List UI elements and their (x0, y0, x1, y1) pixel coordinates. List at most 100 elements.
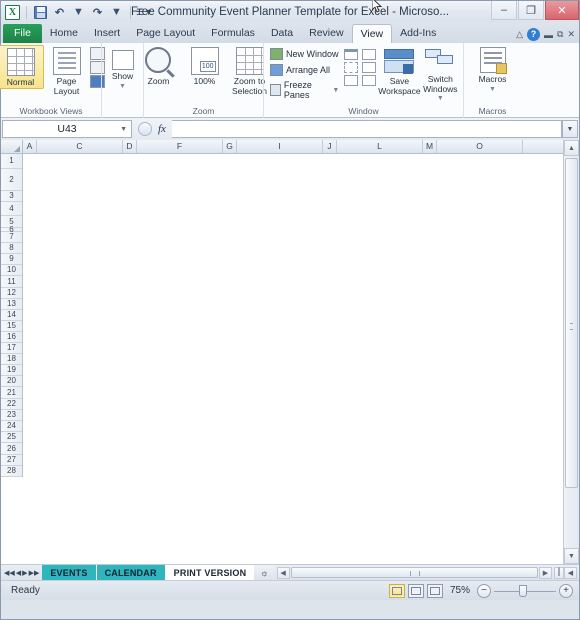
row-header[interactable]: 2 (1, 169, 22, 191)
minimize-ribbon-icon[interactable]: △ (516, 29, 523, 40)
redo-dropdown-icon[interactable]: ▼ (108, 4, 125, 21)
tab-view[interactable]: View (351, 24, 393, 43)
switch-windows-button[interactable]: Switch Windows ▼ (421, 47, 460, 104)
row-header[interactable]: 25 (1, 432, 22, 443)
row-header[interactable]: 23 (1, 410, 22, 421)
column-header[interactable]: J (323, 140, 337, 153)
tab-add-ins[interactable]: Add-Ins (392, 24, 444, 43)
row-header[interactable]: 19 (1, 365, 22, 376)
save-workspace-button[interactable]: Save Workspace (378, 47, 421, 96)
scroll-down-button[interactable]: ▼ (564, 548, 579, 564)
undo-icon[interactable]: ↶ (51, 4, 68, 21)
help-icon[interactable]: ? (527, 28, 541, 41)
redo-icon[interactable]: ↷ (89, 4, 106, 21)
column-header[interactable]: A (23, 140, 37, 153)
row-header[interactable]: 7 (1, 232, 22, 243)
next-sheet-button[interactable]: ▶ (22, 569, 27, 577)
macros-dropdown-icon[interactable]: ▼ (489, 85, 496, 95)
macros-button[interactable]: Macros ▼ (470, 45, 516, 94)
row-header[interactable]: 11 (1, 276, 22, 288)
expand-formula-bar-icon[interactable]: ▼ (562, 120, 578, 138)
row-header[interactable]: 26 (1, 443, 22, 455)
horizontal-scroll-thumb[interactable] (290, 567, 538, 578)
name-box-dropdown-icon[interactable]: ▼ (120, 126, 127, 133)
prev-sheet-button[interactable]: ◀ (16, 569, 21, 577)
maximize-button[interactable]: ❐ (518, 1, 544, 20)
maximize-window-icon[interactable]: ⧉ (557, 29, 563, 40)
last-sheet-button[interactable]: ▶▶ (29, 569, 40, 577)
insert-function-icon[interactable]: fx (158, 123, 166, 135)
page-break-preview-shortcut[interactable] (426, 583, 443, 598)
normal-view-button[interactable]: Normal (0, 45, 44, 89)
row-header[interactable]: 20 (1, 376, 22, 387)
sheet-tab-print-version[interactable]: PRINT VERSION (165, 565, 255, 580)
freeze-panes-dropdown-icon[interactable]: ▼ (332, 87, 339, 94)
synchronous-scrolling-icon[interactable] (362, 62, 377, 73)
column-header[interactable]: F (137, 140, 223, 153)
row-header[interactable]: 18 (1, 354, 22, 365)
row-header[interactable]: 15 (1, 321, 22, 332)
horizontal-scrollbar[interactable]: ◀ ▶ ║ ◀ (275, 566, 579, 579)
tab-formulas[interactable]: Formulas (203, 24, 263, 43)
reset-window-position-icon[interactable] (362, 75, 377, 86)
new-window-button[interactable]: New Window (267, 47, 342, 61)
hscroll-right-button[interactable]: ▶ (539, 566, 552, 579)
column-header[interactable]: L (337, 140, 423, 153)
name-box[interactable]: U43 ▼ (2, 120, 132, 138)
page-layout-button[interactable]: Page Layout (44, 45, 90, 96)
row-header[interactable]: 27 (1, 455, 22, 466)
row-header[interactable]: 3 (1, 191, 22, 202)
sheet-tab-events[interactable]: EVENTS (42, 565, 97, 580)
column-header[interactable]: G (223, 140, 237, 153)
zoom-button[interactable]: Zoom (136, 45, 182, 87)
tab-page-layout[interactable]: Page Layout (128, 24, 203, 43)
zoom-slider[interactable] (494, 584, 556, 598)
switch-windows-dropdown-icon[interactable]: ▼ (437, 94, 444, 104)
hide-icon[interactable] (344, 62, 359, 73)
zoom-in-button[interactable]: + (559, 583, 573, 598)
show-dropdown-icon[interactable]: ▼ (119, 82, 126, 92)
select-all-corner[interactable] (1, 140, 23, 154)
vertical-scroll-thumb[interactable] (565, 158, 578, 488)
tab-review[interactable]: Review (301, 24, 351, 43)
column-header[interactable]: C (37, 140, 123, 153)
minimize-button[interactable]: – (491, 1, 517, 20)
row-header[interactable]: 1 (1, 154, 22, 169)
unhide-icon[interactable] (344, 75, 359, 86)
column-header[interactable]: D (123, 140, 137, 153)
row-header[interactable]: 13 (1, 299, 22, 310)
column-header[interactable]: I (237, 140, 323, 153)
row-header[interactable]: 4 (1, 202, 22, 216)
customize-qat-icon[interactable]: ☰▼ (136, 4, 153, 21)
undo-dropdown-icon[interactable]: ▼ (70, 4, 87, 21)
hscroll-left-button[interactable]: ◀ (276, 566, 290, 579)
row-header[interactable]: 14 (1, 310, 22, 321)
freeze-panes-button[interactable]: Freeze Panes ▼ (267, 79, 342, 101)
restore-down-icon[interactable]: ▬ (544, 30, 553, 40)
zoom-slider-knob[interactable] (519, 584, 527, 597)
vertical-scrollbar[interactable]: ▲ ▼ (563, 140, 579, 564)
row-header[interactable]: 17 (1, 343, 22, 354)
tab-home[interactable]: Home (42, 24, 86, 43)
row-header[interactable]: 21 (1, 387, 22, 399)
cancel-enter-icon[interactable] (138, 122, 152, 136)
close-button[interactable]: ✕ (545, 1, 579, 20)
row-header[interactable]: 8 (1, 243, 22, 254)
row-header[interactable]: 9 (1, 254, 22, 265)
hscroll-right-extra-button[interactable]: ◀ (564, 566, 577, 579)
scroll-up-button[interactable]: ▲ (564, 140, 579, 156)
insert-worksheet-icon[interactable]: ☼ (254, 565, 275, 580)
page-layout-view-shortcut[interactable] (407, 583, 424, 598)
tab-data[interactable]: Data (263, 24, 301, 43)
tab-file[interactable]: File (3, 24, 42, 43)
column-header[interactable]: M (423, 140, 437, 153)
save-icon[interactable] (32, 4, 49, 21)
normal-view-shortcut[interactable] (388, 583, 405, 598)
row-header[interactable]: 12 (1, 288, 22, 299)
row-header[interactable]: 24 (1, 421, 22, 432)
row-header[interactable]: 28 (1, 466, 22, 477)
zoom-out-button[interactable]: − (477, 583, 491, 598)
tab-insert[interactable]: Insert (86, 24, 128, 43)
row-header[interactable]: 10 (1, 265, 22, 276)
zoom-100-button[interactable]: 100 100% (182, 45, 228, 87)
